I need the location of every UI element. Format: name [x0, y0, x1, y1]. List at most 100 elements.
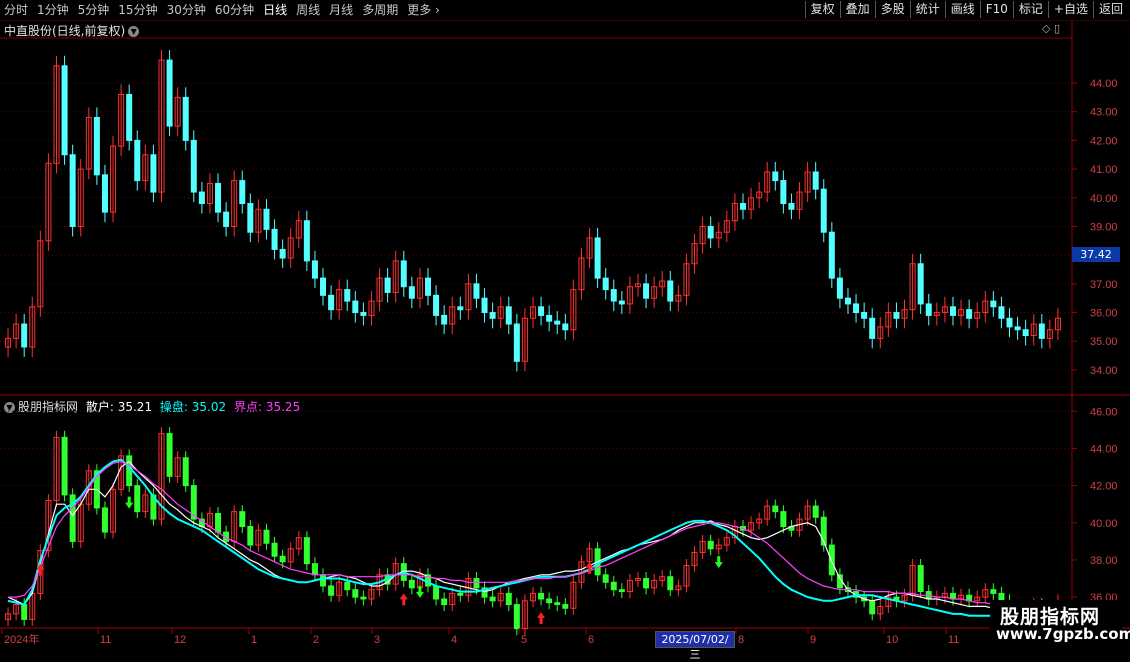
buy-arrow-icon: [399, 593, 408, 606]
candle-body: [966, 309, 973, 319]
candle-body: [853, 303, 860, 314]
indicator-body: [546, 598, 553, 604]
x-axis-label: 6: [588, 634, 594, 646]
indicator-body: [554, 602, 561, 606]
indicator-body: [772, 505, 779, 513]
candle-body: [820, 188, 827, 233]
chart-canvas[interactable]: 44.00 43.00 42.00 41.00 40.00 39.00 38.00 37.00…: [0, 0, 1130, 650]
x-axis-label: 10: [886, 634, 898, 646]
indicator-line-界点: [8, 460, 1042, 611]
y-axis-label: 34.00: [1090, 365, 1118, 377]
candle-body: [893, 312, 900, 319]
x-axis-label: 11: [948, 634, 959, 646]
candle-body: [998, 306, 1005, 319]
candle-body: [594, 237, 601, 279]
candle-body: [780, 180, 787, 205]
indicator-body: [303, 537, 310, 565]
y-axis-label: 37.00: [1090, 279, 1118, 291]
watermark: 股朋指标网 www.7gpzb.com: [990, 600, 1130, 646]
candle-body: [247, 203, 254, 233]
candle-body: [408, 286, 415, 299]
candle-body: [772, 171, 779, 182]
y-axis-label: 36.00: [1090, 308, 1118, 320]
candle-body: [618, 300, 625, 305]
indicator-body: [215, 513, 222, 533]
candle-body: [489, 312, 496, 319]
candle-body: [1014, 326, 1021, 331]
x-axis-label: 11: [100, 634, 111, 646]
candle-body: [869, 317, 876, 339]
candle-body: [481, 297, 488, 314]
y-axis-label: 41.00: [1090, 164, 1118, 176]
y-axis-label: 42.00: [1090, 481, 1118, 493]
y-axis-label: 42.00: [1090, 135, 1118, 147]
indicator-body: [247, 526, 254, 546]
candle-body: [441, 314, 448, 325]
candle-body: [949, 306, 956, 316]
indicator-body: [408, 579, 415, 589]
y-axis-label: 44.00: [1090, 443, 1118, 455]
y-axis-label: 38.00: [1090, 555, 1118, 567]
candle-body: [788, 203, 795, 210]
candle-body: [925, 303, 932, 316]
crosshair-date-label: 2025/07/02/三: [655, 631, 735, 661]
candle-body: [643, 283, 650, 299]
candle-body: [861, 312, 868, 319]
candle-body: [239, 180, 246, 205]
candle-body: [433, 294, 440, 316]
indicator-body: [239, 511, 246, 528]
x-axis-label: 5: [521, 634, 527, 646]
candle-body: [93, 116, 100, 176]
candle-body: [1038, 323, 1045, 339]
y-axis-label: 40.00: [1090, 518, 1118, 530]
indicator-body: [562, 604, 569, 609]
y-axis-label: 46.00: [1090, 406, 1118, 418]
sell-arrow-icon: [125, 496, 134, 509]
indicator-body: [263, 529, 270, 544]
indicator-body: [441, 598, 448, 606]
candle-body: [844, 297, 851, 305]
indicator-body: [352, 589, 359, 598]
candle-body: [101, 174, 108, 213]
indicator-body: [21, 604, 28, 620]
candle-body: [263, 208, 270, 230]
candle-body: [1022, 329, 1029, 336]
indicator-body: [433, 585, 440, 600]
candle-body: [61, 65, 68, 156]
candle-body: [69, 154, 76, 227]
y-axis-label: 39.00: [1090, 221, 1118, 233]
y-axis-label: 43.00: [1090, 107, 1118, 119]
candle-body: [190, 139, 197, 193]
buy-arrow-icon: [537, 611, 546, 624]
x-axis-label: 2024年: [4, 632, 39, 646]
candle-body: [215, 182, 222, 213]
indicator-body: [134, 485, 141, 513]
indicator-body: [505, 592, 512, 606]
candle-body: [320, 277, 327, 296]
candle-body: [739, 203, 746, 210]
candle-body: [1006, 317, 1013, 328]
indicator-body: [990, 589, 997, 594]
x-axis-label: 12: [174, 634, 186, 646]
candle-body: [836, 277, 843, 299]
candle-body: [126, 94, 133, 141]
indicator-body: [61, 436, 68, 496]
indicator-body: [489, 596, 496, 602]
indicator-body: [869, 600, 876, 615]
watermark-line2: www.7gpzb.com: [996, 625, 1130, 643]
candle-body: [134, 139, 141, 182]
y-axis-label: 35.00: [1090, 336, 1118, 348]
candle-body: [400, 260, 407, 288]
candle-body: [279, 248, 286, 259]
candle-body: [328, 294, 335, 311]
indicator-body: [602, 574, 609, 583]
indicator-body: [457, 592, 464, 596]
indicator-body: [126, 455, 133, 487]
candle-body: [311, 260, 318, 279]
indicator-body: [667, 576, 674, 591]
candle-body: [303, 220, 310, 262]
indicator-body: [513, 604, 520, 630]
indicator-body: [473, 578, 480, 589]
candle-body: [707, 225, 714, 239]
candle-body: [360, 312, 367, 316]
